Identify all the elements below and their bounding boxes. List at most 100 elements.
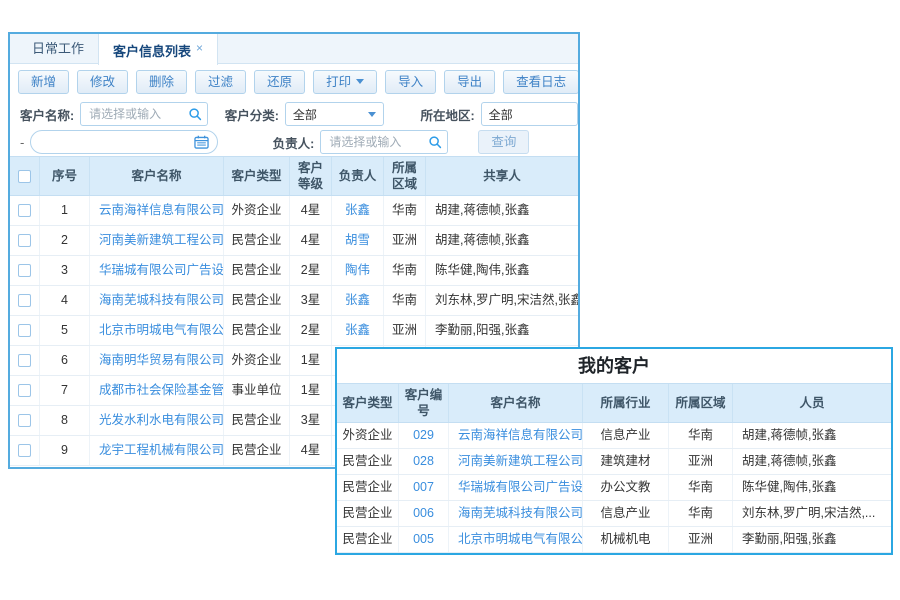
col-header-customer-name: 客户名称 (90, 157, 224, 195)
row-number: 7 (40, 376, 90, 405)
row-number: 8 (40, 406, 90, 435)
import-button[interactable]: 导入 (385, 70, 436, 94)
customer-level: 3星 (290, 406, 332, 435)
export-button[interactable]: 导出 (444, 70, 495, 94)
customer-name-link[interactable]: 海南明华贸易有限公司 (90, 346, 224, 375)
caret-down-icon (356, 79, 364, 84)
customer-name-link[interactable]: 河南美新建筑工程公司 (449, 449, 583, 474)
row-checkbox[interactable] (18, 324, 31, 337)
owner-link[interactable]: 张鑫 (332, 196, 384, 225)
customer-name-label: 客户名称: (10, 105, 74, 124)
col-header-customer-name: 客户名称 (449, 384, 583, 422)
my-customers-header: 客户类型 客户编号 客户名称 所属行业 所属区域 人员 (337, 383, 891, 423)
select-all-checkbox[interactable] (18, 170, 31, 183)
customer-level: 2星 (290, 316, 332, 345)
list-item[interactable]: 民营企业 028 河南美新建筑工程公司 建筑建材 亚洲 胡建,蒋德帧,张鑫 (337, 449, 891, 475)
view-log-button[interactable]: 查看日志 (503, 70, 579, 94)
customer-type: 事业单位 (224, 376, 290, 405)
customer-name-link[interactable]: 北京市明城电气有限公司 (449, 527, 583, 552)
customer-type: 外资企业 (224, 196, 290, 225)
tab-customer-list[interactable]: 客户信息列表× (98, 34, 218, 65)
query-button[interactable]: 查询 (478, 130, 529, 154)
row-checkbox[interactable] (18, 234, 31, 247)
col-header-customer-type: 客户类型 (337, 384, 399, 422)
search-icon[interactable] (428, 135, 442, 154)
region-label: 所在地区: (420, 105, 475, 124)
row-checkbox[interactable] (18, 384, 31, 397)
customer-type: 民营企业 (337, 449, 399, 474)
customer-type: 民营企业 (224, 436, 290, 465)
close-icon[interactable]: × (196, 41, 203, 55)
region-select[interactable]: 全部 (481, 102, 578, 126)
col-header-shared: 共享人 (426, 157, 578, 195)
shared-people: 胡建,蒋德帧,张鑫 (426, 196, 578, 225)
customer-code-link[interactable]: 005 (399, 527, 449, 552)
category-select[interactable]: 全部 (285, 102, 384, 126)
customer-name-link[interactable]: 海南芜城科技有限公司 (449, 501, 583, 526)
calendar-icon[interactable] (194, 135, 209, 154)
customer-table-header: 序号 客户名称 客户类型 客户等级 负责人 所属区域 共享人 (10, 156, 578, 196)
customer-level: 4星 (290, 226, 332, 255)
category-value: 全部 (293, 106, 317, 123)
row-number: 5 (40, 316, 90, 345)
owner-link[interactable]: 胡雪 (332, 226, 384, 255)
restore-button[interactable]: 还原 (254, 70, 305, 94)
row-checkbox[interactable] (18, 294, 31, 307)
row-checkbox[interactable] (18, 264, 31, 277)
table-row[interactable]: 4 海南芜城科技有限公司 民营企业 3星 张鑫 华南 刘东林,罗广明,宋洁然,张… (10, 286, 578, 316)
owner-label: 负责人: (252, 133, 314, 152)
region: 华南 (669, 501, 733, 526)
region-value: 全部 (489, 106, 513, 123)
caret-down-icon (368, 112, 376, 117)
customer-name-link[interactable]: 华瑞城有限公司广告设计部 (449, 475, 583, 500)
row-checkbox[interactable] (18, 354, 31, 367)
date-input[interactable] (30, 130, 218, 154)
customer-name-link[interactable]: 华瑞城有限公司广告设计部 (90, 256, 224, 285)
print-button-label: 打印 (326, 71, 351, 93)
region: 亚洲 (384, 316, 426, 345)
industry: 信息产业 (583, 423, 669, 448)
customer-name-link[interactable]: 光发水利水电有限公司 (90, 406, 224, 435)
list-item[interactable]: 外资企业 029 云南海祥信息有限公司 信息产业 华南 胡建,蒋德帧,张鑫 (337, 423, 891, 449)
customer-level: 1星 (290, 346, 332, 375)
tab-daily-work[interactable]: 日常工作 (18, 34, 98, 63)
region: 亚洲 (669, 449, 733, 474)
print-button[interactable]: 打印 (313, 70, 377, 94)
filter-button[interactable]: 过滤 (195, 70, 246, 94)
customer-code-link[interactable]: 007 (399, 475, 449, 500)
owner-link[interactable]: 张鑫 (332, 286, 384, 315)
add-button[interactable]: 新增 (18, 70, 69, 94)
customer-type: 民营企业 (224, 226, 290, 255)
customer-code-link[interactable]: 028 (399, 449, 449, 474)
customer-name-link[interactable]: 河南美新建筑工程公司 (90, 226, 224, 255)
table-row[interactable]: 5 北京市明城电气有限公司 民营企业 2星 张鑫 亚洲 李勤丽,阳强,张鑫 (10, 316, 578, 346)
row-checkbox[interactable] (18, 204, 31, 217)
row-checkbox[interactable] (18, 444, 31, 457)
search-icon[interactable] (188, 107, 202, 126)
customer-code-link[interactable]: 029 (399, 423, 449, 448)
customer-name-link[interactable]: 成都市社会保险基金管理... (90, 376, 224, 405)
table-row[interactable]: 1 云南海祥信息有限公司 外资企业 4星 张鑫 华南 胡建,蒋德帧,张鑫 (10, 196, 578, 226)
edit-button[interactable]: 修改 (77, 70, 128, 94)
row-checkbox[interactable] (18, 414, 31, 427)
customer-name-link[interactable]: 龙宇工程机械有限公司 (90, 436, 224, 465)
person-list: 李勤丽,阳强,张鑫 (733, 527, 891, 552)
owner-link[interactable]: 陶伟 (332, 256, 384, 285)
customer-name-link[interactable]: 北京市明城电气有限公司 (90, 316, 224, 345)
customer-name-link[interactable]: 海南芜城科技有限公司 (90, 286, 224, 315)
row-number: 4 (40, 286, 90, 315)
table-row[interactable]: 3 华瑞城有限公司广告设计部 民营企业 2星 陶伟 华南 陈华健,陶伟,张鑫 (10, 256, 578, 286)
industry: 办公文教 (583, 475, 669, 500)
delete-button[interactable]: 删除 (136, 70, 187, 94)
table-row[interactable]: 2 河南美新建筑工程公司 民营企业 4星 胡雪 亚洲 胡建,蒋德帧,张鑫 (10, 226, 578, 256)
list-item[interactable]: 民营企业 007 华瑞城有限公司广告设计部 办公文教 华南 陈华健,陶伟,张鑫 (337, 475, 891, 501)
col-header-no: 序号 (40, 157, 90, 195)
customer-code-link[interactable]: 006 (399, 501, 449, 526)
customer-name-link[interactable]: 云南海祥信息有限公司 (449, 423, 583, 448)
list-item[interactable]: 民营企业 005 北京市明城电气有限公司 机械机电 亚洲 李勤丽,阳强,张鑫 (337, 527, 891, 553)
owner-link[interactable]: 张鑫 (332, 316, 384, 345)
list-item[interactable]: 民营企业 006 海南芜城科技有限公司 信息产业 华南 刘东林,罗广明,宋洁然,… (337, 501, 891, 527)
region: 华南 (384, 196, 426, 225)
customer-name-link[interactable]: 云南海祥信息有限公司 (90, 196, 224, 225)
desktop: 日常工作 客户信息列表× 新增 修改 删除 过滤 还原 打印 导入 导出 查看日… (0, 0, 900, 600)
